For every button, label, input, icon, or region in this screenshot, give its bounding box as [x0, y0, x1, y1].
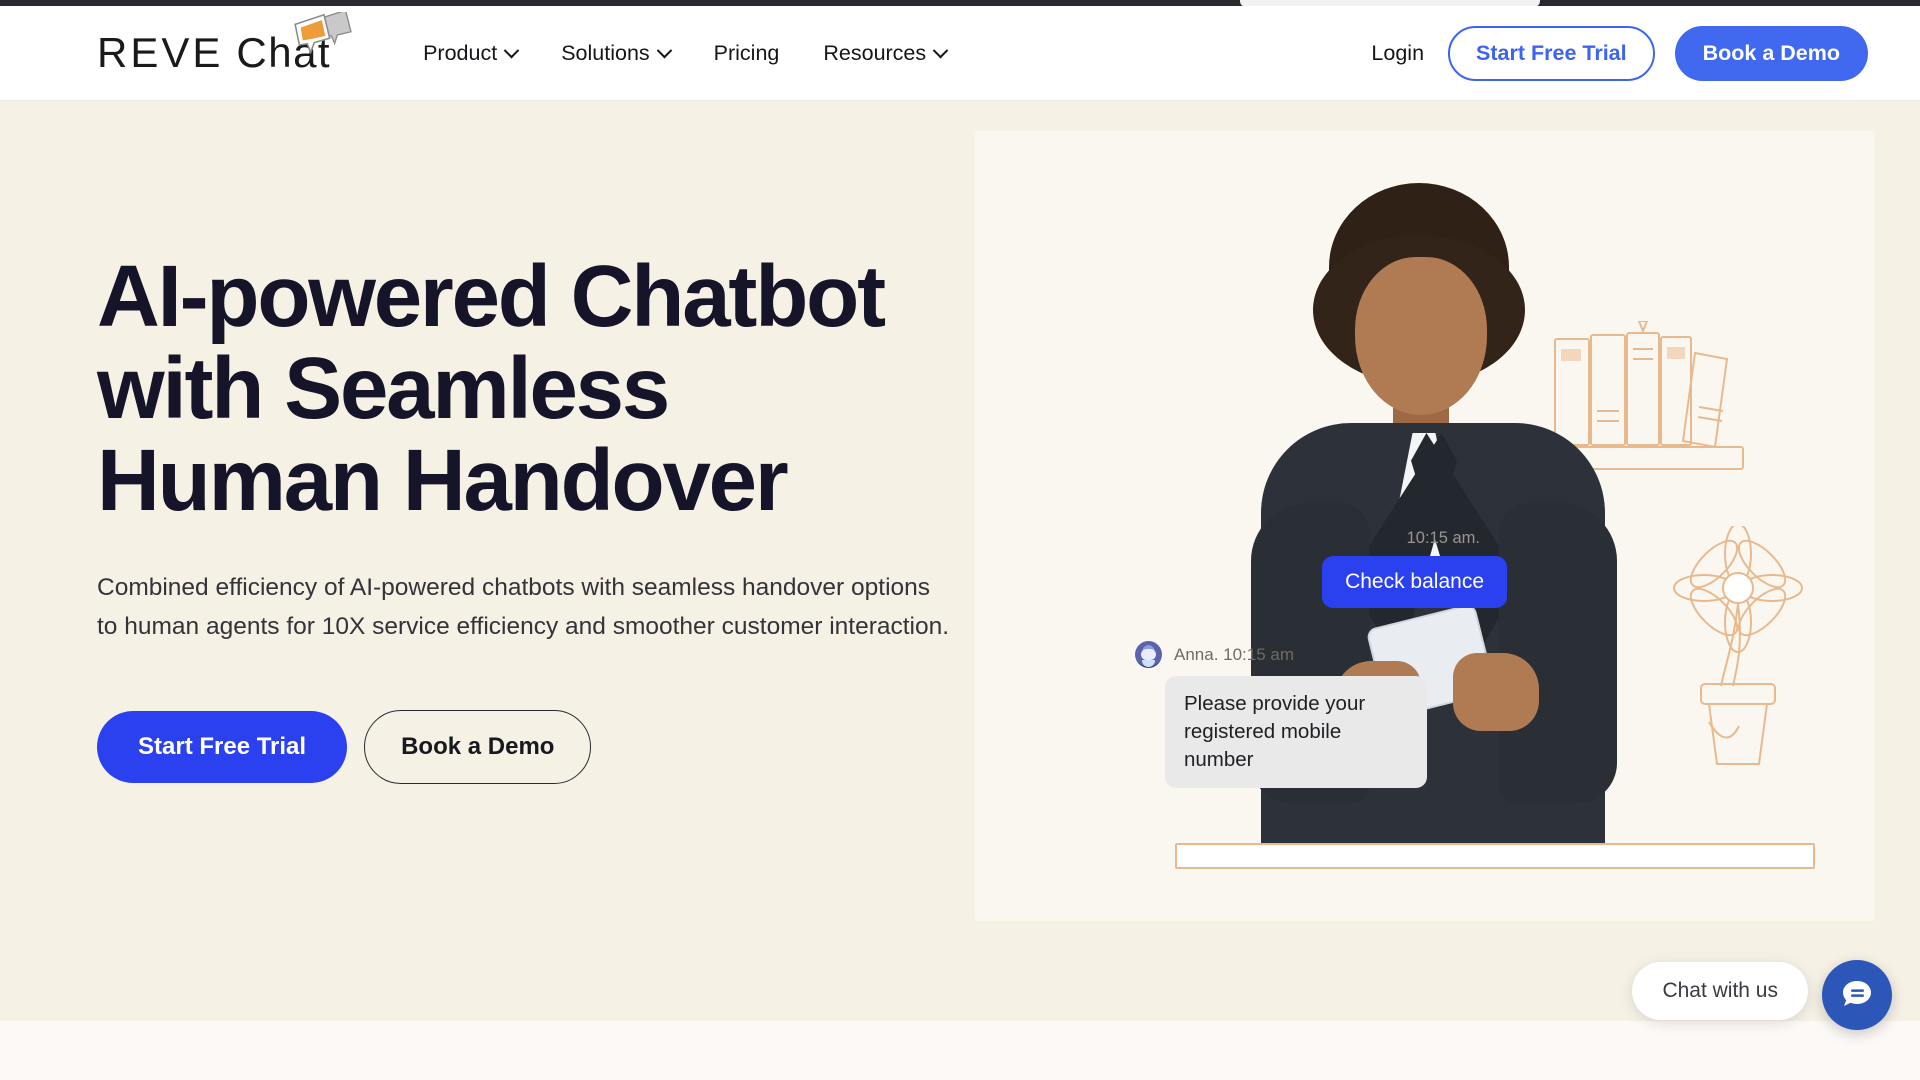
chat-launcher-button[interactable] — [1822, 960, 1892, 1030]
hero-title-line-3: Human Handover — [97, 432, 789, 530]
header-actions: Login Start Free Trial Book a Demo — [1371, 25, 1868, 81]
brand-logo-reve: REVE — [97, 29, 224, 76]
nav-item-solutions-label: Solutions — [561, 40, 650, 65]
agent-meta-row: Anna. 10:15 am — [1135, 641, 1294, 668]
hero-title-line-1: AI-powered Chatbot — [97, 248, 886, 345]
nav-item-product[interactable]: Product — [423, 40, 520, 66]
outgoing-message-timestamp: 10:15 am. — [1406, 529, 1480, 547]
nav-item-pricing-label: Pricing — [713, 40, 780, 65]
hero-section: AI-powered Chatbot with Seamless Human H… — [0, 101, 1920, 1021]
chat-bubble-icon — [1840, 976, 1874, 1015]
main-navigation: Product Solutions Pricing Resources — [423, 40, 949, 66]
hero-start-free-trial-button[interactable]: Start Free Trial — [97, 711, 348, 784]
site-header: REVE Chat Product Solutions Pricing Reso… — [0, 6, 1920, 101]
chat-with-us-pill[interactable]: Chat with us — [1632, 962, 1808, 1020]
nav-item-solutions[interactable]: Solutions — [561, 40, 672, 66]
speech-bubbles-icon — [293, 9, 355, 61]
next-section-band — [0, 1021, 1920, 1080]
hero-illustration-card: 10:15 am. Check balance Anna. 10:15 am P… — [975, 131, 1875, 921]
brand-logo[interactable]: REVE Chat — [97, 9, 352, 76]
nav-item-resources[interactable]: Resources — [823, 40, 949, 66]
incoming-chat-bubble: Please provide your registered mobile nu… — [1165, 676, 1427, 788]
hero-copy: AI-powered Chatbot with Seamless Human H… — [97, 248, 967, 785]
book-a-demo-button[interactable]: Book a Demo — [1674, 25, 1868, 81]
hero-subtitle: Combined efficiency of AI-powered chatbo… — [97, 573, 950, 641]
nav-item-product-label: Product — [423, 40, 498, 65]
hero-chat-overlay: 10:15 am. Check balance Anna. 10:15 am P… — [975, 131, 1875, 921]
chevron-down-icon — [656, 42, 672, 58]
start-free-trial-button[interactable]: Start Free Trial — [1448, 25, 1655, 81]
robot-avatar-icon — [1135, 641, 1162, 668]
chevron-down-icon — [503, 42, 520, 58]
chevron-down-icon — [932, 42, 949, 58]
outgoing-chat-bubble: Check balance — [1322, 556, 1507, 608]
nav-item-resources-label: Resources — [823, 40, 927, 65]
login-link[interactable]: Login — [1371, 41, 1424, 66]
hero-title: AI-powered Chatbot with Seamless Human H… — [97, 248, 967, 530]
hero-book-a-demo-button[interactable]: Book a Demo — [364, 710, 592, 785]
hero-title-line-2: with Seamless — [97, 340, 670, 438]
agent-name-and-time: Anna. 10:15 am — [1174, 644, 1295, 664]
page-root: REVE Chat Product Solutions Pricing Reso… — [0, 0, 1920, 1080]
hero-cta-group: Start Free Trial Book a Demo — [97, 710, 967, 785]
nav-item-pricing[interactable]: Pricing — [714, 41, 780, 66]
